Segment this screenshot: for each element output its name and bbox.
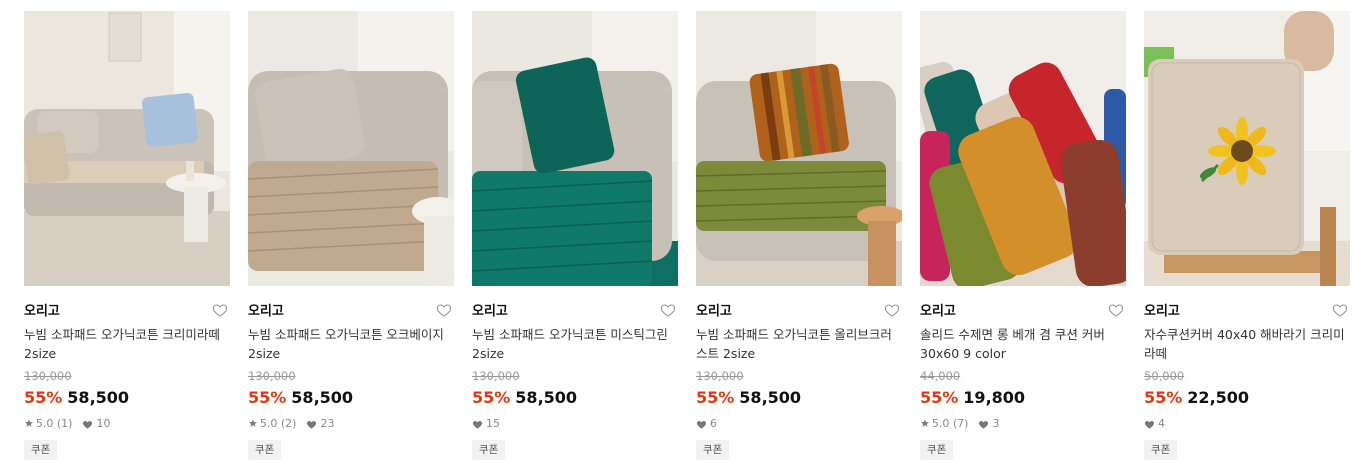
like-count: 10 xyxy=(96,417,111,430)
product-image[interactable] xyxy=(472,11,678,286)
brand-row: 오리고 xyxy=(248,300,454,320)
price-row: 55% 58,500 xyxy=(248,387,454,409)
sale-price: 58,500 xyxy=(515,388,578,407)
discount-rate: 55% xyxy=(920,388,959,407)
product-meta: ★ 5.0 (7) 3 xyxy=(920,416,1126,432)
product-meta: ★ 5.0 (2) 23 xyxy=(248,416,454,432)
coupon-badge[interactable]: 쿠폰 xyxy=(920,440,954,460)
coupon-badge[interactable]: 쿠폰 xyxy=(24,440,58,460)
brand-row: 오리고 xyxy=(24,300,230,320)
brand-name[interactable]: 오리고 xyxy=(472,304,508,319)
price-row: 55% 58,500 xyxy=(696,387,902,409)
price-row: 55% 22,500 xyxy=(1144,387,1350,409)
rating: 5.0 xyxy=(35,417,54,430)
brand-name[interactable]: 오리고 xyxy=(920,304,956,319)
product-meta: 4 xyxy=(1144,416,1350,432)
brand-row: 오리고 xyxy=(1144,300,1350,320)
brand-name[interactable]: 오리고 xyxy=(24,304,60,319)
like-count: 15 xyxy=(486,417,500,430)
like-count: 3 xyxy=(992,417,1000,430)
original-price: 130,000 xyxy=(696,369,744,383)
product-meta: 15 xyxy=(472,416,678,432)
product-card[interactable]: 오리고 누빔 소파패드 오가닉코튼 크리미라떼 2size 130,000 55… xyxy=(24,11,230,460)
original-price: 130,000 xyxy=(24,369,72,383)
sale-price: 22,500 xyxy=(1187,388,1250,407)
product-grid: 오리고 누빔 소파패드 오가닉코튼 크리미라떼 2size 130,000 55… xyxy=(24,11,1350,460)
star-icon: ★ xyxy=(920,417,930,430)
price-row: 55% 58,500 xyxy=(24,387,230,409)
product-title[interactable]: 누빔 소파패드 오가닉코튼 미스틱그린 2size xyxy=(472,325,678,363)
review-count: (2) xyxy=(280,417,297,430)
heart-icon[interactable] xyxy=(436,302,452,318)
sale-price: 19,800 xyxy=(963,388,1026,407)
product-card[interactable]: 오리고 자수쿠션커버 40x40 해바라기 크리미라떼 50,000 55% 22… xyxy=(1144,11,1350,460)
rating: 5.0 xyxy=(259,417,278,430)
product-image[interactable] xyxy=(248,11,454,286)
discount-rate: 55% xyxy=(696,388,735,407)
original-price: 50,000 xyxy=(1144,369,1185,383)
product-meta: ★ 5.0 (1) 10 xyxy=(24,416,230,432)
like-heart-icon xyxy=(83,421,93,429)
sale-price: 58,500 xyxy=(67,388,130,407)
coupon-badge[interactable]: 쿠폰 xyxy=(1144,440,1178,460)
like-heart-icon xyxy=(979,421,989,429)
brand-name[interactable]: 오리고 xyxy=(696,304,732,319)
product-image[interactable] xyxy=(1144,11,1350,286)
discount-rate: 55% xyxy=(24,388,63,407)
brand-row: 오리고 xyxy=(696,300,902,320)
review-count: (1) xyxy=(56,417,73,430)
original-price: 44,000 xyxy=(920,369,961,383)
coupon-badge[interactable]: 쿠폰 xyxy=(248,440,282,460)
discount-rate: 55% xyxy=(472,388,511,407)
discount-rate: 55% xyxy=(1144,388,1183,407)
brand-name[interactable]: 오리고 xyxy=(248,304,284,319)
product-title[interactable]: 누빔 소파패드 오가닉코튼 올리브크러스트 2size xyxy=(696,325,902,363)
product-image[interactable] xyxy=(696,11,902,286)
heart-icon[interactable] xyxy=(660,302,676,318)
product-image[interactable] xyxy=(920,11,1126,286)
price-row: 55% 19,800 xyxy=(920,387,1126,409)
like-heart-icon xyxy=(307,421,317,429)
brand-name[interactable]: 오리고 xyxy=(1144,304,1180,319)
product-title[interactable]: 누빔 소파패드 오가닉코튼 오크베이지 2size xyxy=(248,325,454,363)
star-icon: ★ xyxy=(24,417,34,430)
product-title[interactable]: 자수쿠션커버 40x40 해바라기 크리미라떼 xyxy=(1144,325,1350,363)
heart-icon[interactable] xyxy=(1332,302,1348,318)
heart-icon[interactable] xyxy=(1108,302,1124,318)
like-count: 4 xyxy=(1158,417,1165,430)
price-row: 55% 58,500 xyxy=(472,387,678,409)
like-heart-icon xyxy=(1144,421,1155,429)
original-price: 130,000 xyxy=(248,369,296,383)
product-card[interactable]: 오리고 솔리드 수제면 롱 베개 겸 쿠션 커버 30x60 9 color 4… xyxy=(920,11,1126,460)
original-price: 130,000 xyxy=(472,369,520,383)
review-count: (7) xyxy=(952,417,969,430)
coupon-badge[interactable]: 쿠폰 xyxy=(472,440,506,460)
brand-row: 오리고 xyxy=(920,300,1126,320)
product-card[interactable]: 오리고 누빔 소파패드 오가닉코튼 오크베이지 2size 130,000 55… xyxy=(248,11,454,460)
product-meta: 6 xyxy=(696,416,902,432)
like-count: 23 xyxy=(320,417,335,430)
sale-price: 58,500 xyxy=(739,388,802,407)
sale-price: 58,500 xyxy=(291,388,354,407)
product-title[interactable]: 누빔 소파패드 오가닉코튼 크리미라떼 2size xyxy=(24,325,230,363)
product-card[interactable]: 오리고 누빔 소파패드 오가닉코튼 올리브크러스트 2size 130,000 … xyxy=(696,11,902,460)
brand-row: 오리고 xyxy=(472,300,678,320)
product-title[interactable]: 솔리드 수제면 롱 베개 겸 쿠션 커버 30x60 9 color xyxy=(920,325,1126,363)
like-count: 6 xyxy=(710,417,717,430)
heart-icon[interactable] xyxy=(212,302,228,318)
discount-rate: 55% xyxy=(248,388,287,407)
star-icon: ★ xyxy=(248,417,258,430)
like-heart-icon xyxy=(472,421,483,429)
product-card[interactable]: 오리고 누빔 소파패드 오가닉코튼 미스틱그린 2size 130,000 55… xyxy=(472,11,678,460)
rating: 5.0 xyxy=(931,417,950,430)
like-heart-icon xyxy=(696,421,707,429)
heart-icon[interactable] xyxy=(884,302,900,318)
product-image[interactable] xyxy=(24,11,230,286)
coupon-badge[interactable]: 쿠폰 xyxy=(696,440,730,460)
